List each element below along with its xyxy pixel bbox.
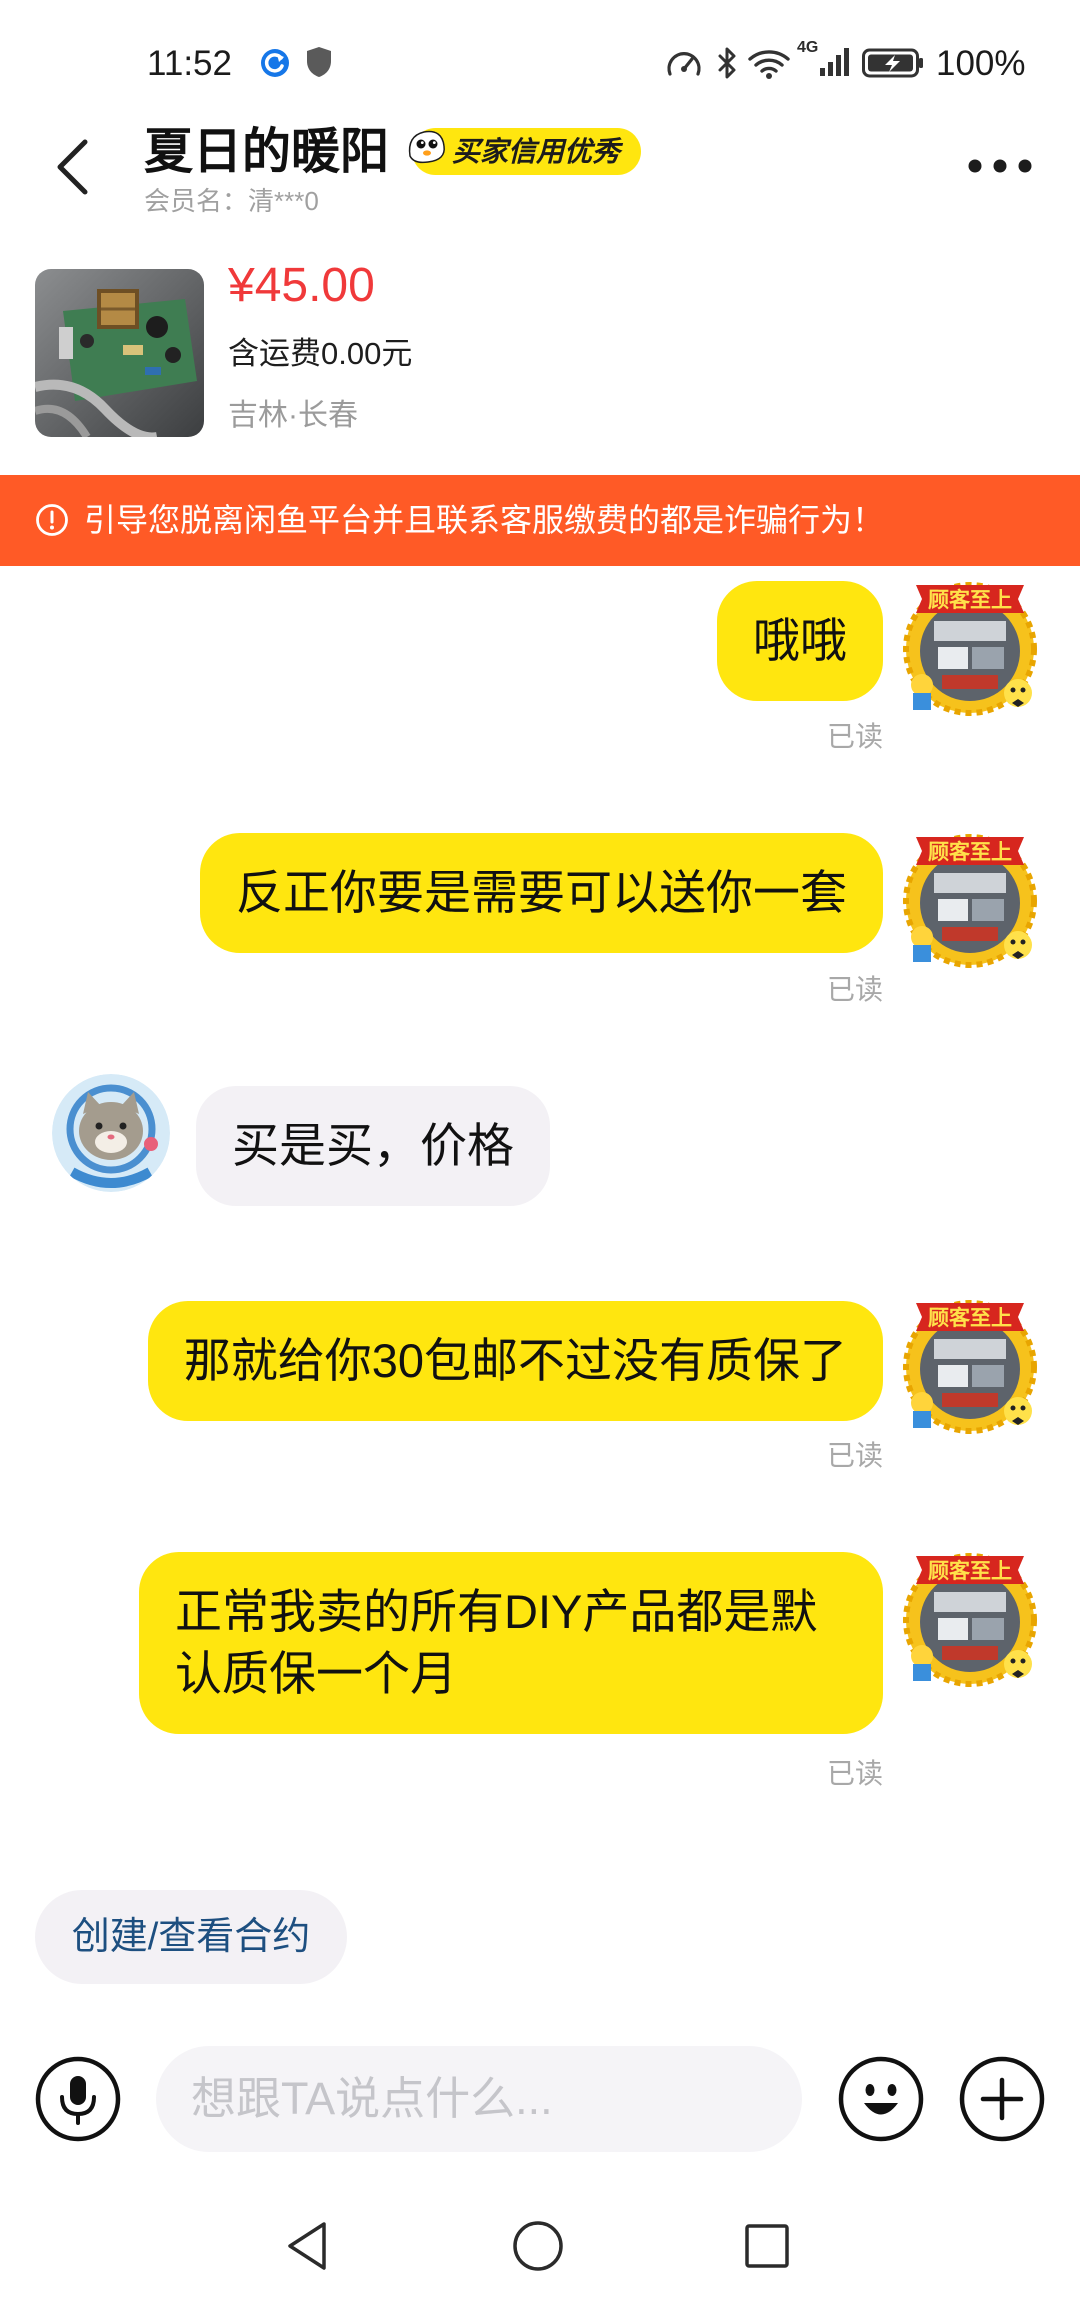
contract-button[interactable]: 创建/查看合约 <box>35 1890 347 1984</box>
speedometer-icon <box>665 47 703 79</box>
outgoing-message: 那就给你30包邮不过没有质保了 <box>147 1301 883 1421</box>
clock: 11:52 <box>147 44 232 83</box>
info-icon <box>35 503 69 537</box>
seller-avatar[interactable]: 顾客至上 <box>900 829 1040 969</box>
message-input[interactable] <box>156 2046 802 2152</box>
incoming-message: 买是买，价格 <box>196 1086 550 1206</box>
product-location: 吉林·长春 <box>228 399 358 432</box>
more-actions-button[interactable] <box>959 2056 1045 2142</box>
outgoing-message: 正常我卖的所有DIY产品都是默认质保一个月 <box>139 1552 883 1734</box>
page-title[interactable]: 夏日的暖阳 <box>144 124 389 180</box>
fraud-warning-banner: 引导您脱离闲鱼平台并且联系客服缴费的都是诈骗行为！ <box>0 475 1080 566</box>
mic-icon <box>35 2056 121 2142</box>
product-shipping: 含运费0.00元 <box>228 336 413 371</box>
signal-icon <box>818 46 850 78</box>
read-receipt: 已读 <box>826 974 883 1005</box>
avatar-banner-text: 顾客至上 <box>928 1559 1012 1583</box>
app-notification-icon <box>260 48 290 78</box>
outgoing-message: 哦哦 <box>717 581 883 701</box>
credit-mascot-icon <box>402 122 450 170</box>
battery-percent: 100% <box>936 44 1026 83</box>
avatar-banner-text: 顾客至上 <box>928 1306 1012 1330</box>
avatar-banner-text: 顾客至上 <box>928 840 1012 864</box>
plus-icon <box>959 2056 1045 2142</box>
emoji-icon <box>838 2056 924 2142</box>
bluetooth-icon <box>715 45 739 81</box>
member-name: 会员名：清***0 <box>144 186 319 216</box>
avatar-banner-text: 顾客至上 <box>928 588 1012 612</box>
status-bar: 11:52 4G 100% <box>0 0 1080 110</box>
product-price: ¥45.00 <box>228 259 375 312</box>
credit-badge-label: 买家信用优秀 <box>452 136 621 167</box>
outgoing-message: 反正你要是需要可以送你一套 <box>200 833 883 953</box>
back-button[interactable] <box>52 137 92 197</box>
buyer-avatar[interactable] <box>52 1074 170 1192</box>
nav-home-icon <box>511 2219 565 2273</box>
seller-avatar[interactable]: 顾客至上 <box>900 577 1040 717</box>
system-back-button[interactable] <box>284 2219 330 2273</box>
shield-icon <box>305 45 333 79</box>
back-chevron-icon <box>52 137 92 197</box>
wifi-icon <box>747 47 791 79</box>
more-dots-icon <box>966 157 1036 175</box>
more-button[interactable] <box>966 157 1036 175</box>
read-receipt: 已读 <box>826 1758 883 1789</box>
seller-avatar[interactable]: 顾客至上 <box>900 1295 1040 1435</box>
voice-button[interactable] <box>35 2056 121 2142</box>
fraud-warning-text: 引导您脱离闲鱼平台并且联系客服缴费的都是诈骗行为！ <box>84 502 885 538</box>
read-receipt: 已读 <box>826 721 883 752</box>
product-card[interactable]: ¥45.00 含运费0.00元 吉林·长春 <box>0 250 1080 455</box>
system-home-button[interactable] <box>511 2219 565 2273</box>
seller-avatar[interactable]: 顾客至上 <box>900 1548 1040 1688</box>
message-input-container <box>156 2046 802 2152</box>
emoji-button[interactable] <box>838 2056 924 2142</box>
network-type: 4G <box>797 39 819 56</box>
read-receipt: 已读 <box>826 1440 883 1471</box>
battery-charging-icon <box>862 48 924 78</box>
system-recents-button[interactable] <box>743 2222 791 2270</box>
product-image[interactable] <box>35 269 204 437</box>
nav-recents-icon <box>743 2222 791 2270</box>
nav-back-icon <box>284 2219 330 2273</box>
